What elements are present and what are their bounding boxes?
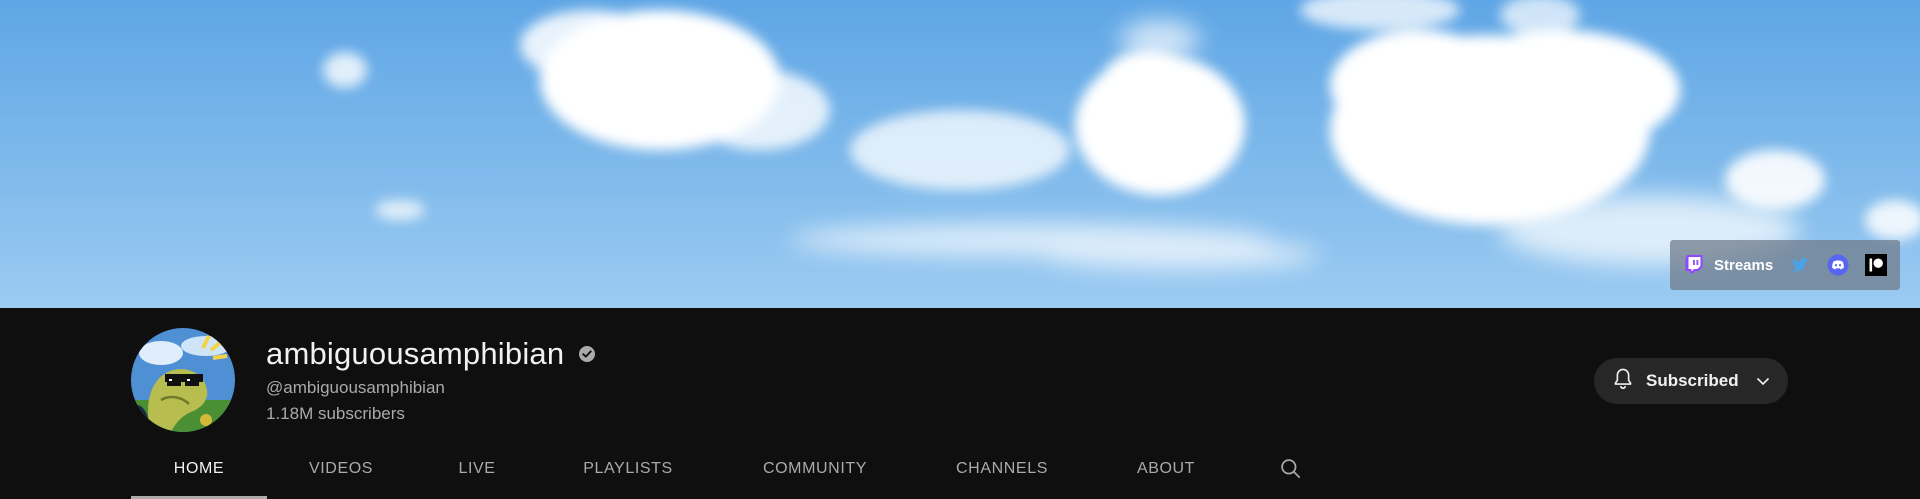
channel-page: Streams ambiguousamphibian @ambiguousamp… xyxy=(0,0,1920,499)
channel-avatar[interactable] xyxy=(131,328,235,432)
tab-label: VIDEOS xyxy=(308,459,374,477)
channel-header: ambiguousamphibian @ambiguousamphibian 1… xyxy=(0,308,1920,499)
subscribed-button[interactable]: Subscribed xyxy=(1594,358,1788,404)
channel-name-row: ambiguousamphibian xyxy=(266,336,596,372)
twitter-icon[interactable] xyxy=(1789,254,1811,276)
bell-icon xyxy=(1610,366,1636,397)
channel-tabs: HOME VIDEOS LIVE PLAYLISTS COMMUNITY CHA… xyxy=(131,438,1311,499)
channel-banner: Streams xyxy=(0,0,1920,308)
banner-link-label: Streams xyxy=(1714,256,1774,274)
search-icon xyxy=(1278,456,1304,482)
tab-community[interactable]: COMMUNITY xyxy=(717,438,913,499)
twitch-icon xyxy=(1684,254,1706,276)
tab-label: PLAYLISTS xyxy=(583,459,673,477)
cloud-background xyxy=(323,0,1920,269)
banner-links: Streams xyxy=(1670,240,1900,290)
patreon-icon[interactable] xyxy=(1865,254,1888,276)
channel-handle: @ambiguousamphibian xyxy=(266,378,445,397)
tab-playlists[interactable]: PLAYLISTS xyxy=(539,438,717,499)
frog-avatar-image xyxy=(131,328,235,432)
chevron-down-icon xyxy=(1753,371,1773,391)
discord-icon[interactable] xyxy=(1827,254,1849,276)
tab-videos[interactable]: VIDEOS xyxy=(267,438,415,499)
subscriber-count: 1.18M subscribers xyxy=(266,404,405,423)
tab-label: COMMUNITY xyxy=(762,459,868,477)
tab-channels[interactable]: CHANNELS xyxy=(913,438,1091,499)
subscribed-label: Subscribed xyxy=(1646,371,1739,390)
tab-about[interactable]: ABOUT xyxy=(1091,438,1241,499)
tab-home[interactable]: HOME xyxy=(131,438,267,499)
verified-check-icon xyxy=(578,345,596,363)
tab-label: CHANNELS xyxy=(956,459,1048,477)
channel-search-button[interactable] xyxy=(1271,438,1311,499)
tab-label: ABOUT xyxy=(1136,459,1196,477)
tab-label: LIVE xyxy=(458,459,496,477)
channel-name: ambiguousamphibian xyxy=(266,336,565,371)
tab-live[interactable]: LIVE xyxy=(415,438,539,499)
banner-link-twitch[interactable]: Streams xyxy=(1684,254,1773,276)
tab-label: HOME xyxy=(173,459,225,477)
